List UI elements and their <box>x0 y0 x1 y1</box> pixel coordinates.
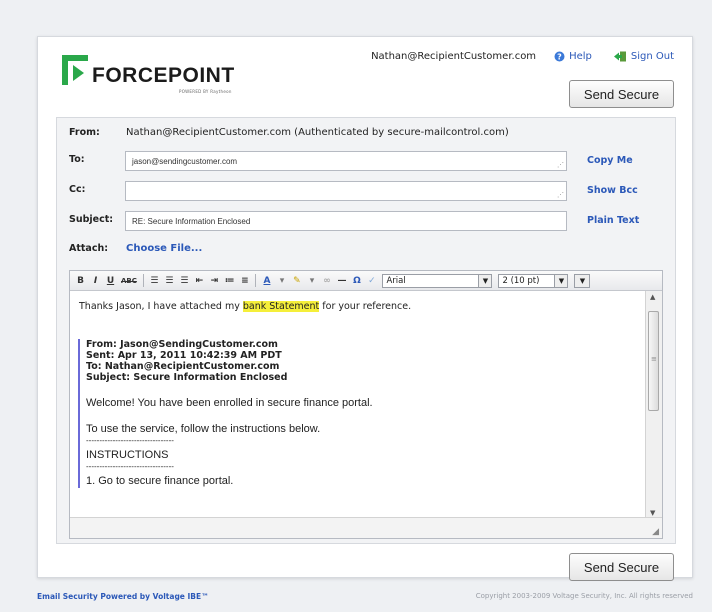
editor-content[interactable]: Thanks Jason, I have attached my bank St… <box>70 291 647 519</box>
highlighted-text: bank Statement <box>242 301 320 312</box>
from-value: Nathan@RecipientCustomer.com (Authentica… <box>126 127 509 138</box>
cc-label: Cc: <box>69 184 86 195</box>
choose-file-link[interactable]: Choose File... <box>126 243 202 254</box>
quote-sent: Sent: Apr 13, 2011 10:42:39 AM PDT <box>86 350 282 361</box>
link-icon[interactable]: ∞ <box>322 274 331 288</box>
subject-label: Subject: <box>69 214 114 225</box>
outdent-icon[interactable]: ⇤ <box>195 274 204 288</box>
size-value: 2 (10 pt) <box>502 275 540 286</box>
to-label: To: <box>69 154 85 165</box>
strikethrough-button[interactable]: ABC <box>121 274 137 288</box>
resize-grip-icon: ⋰ <box>557 162 564 169</box>
user-email: Nathan@RecipientCustomer.com <box>371 51 537 62</box>
to-row: To: <box>69 154 126 165</box>
body-dashes-1: --------------------------------- <box>86 436 174 445</box>
numbered-list-icon[interactable]: ≡ <box>240 274 249 288</box>
dropdown-arrow-icon[interactable]: ▾ <box>307 274 316 288</box>
body-welcome: Welcome! You have been enrolled in secur… <box>86 397 373 409</box>
editor-status-bar: ◢ <box>70 517 662 538</box>
font-select[interactable]: Arial ▼ <box>382 273 493 288</box>
help-label: Help <box>569 51 592 62</box>
resize-handle-icon[interactable]: ◢ <box>652 527 659 537</box>
font-value: Arial <box>386 275 406 286</box>
attach-row: Attach: Choose File... <box>69 243 202 254</box>
to-field[interactable]: jason@sendingcustomer.com ⋰ <box>125 151 567 171</box>
scroll-up-icon[interactable]: ▲ <box>650 293 655 301</box>
indent-icon[interactable]: ⇥ <box>210 274 219 288</box>
body-instructions-heading: INSTRUCTIONS <box>86 449 169 461</box>
cc-row: Cc: <box>69 184 126 195</box>
scroll-down-icon[interactable]: ▼ <box>650 509 655 517</box>
quoted-message: From: Jason@SendingCustomer.com Sent: Ap… <box>78 339 641 488</box>
plain-text-link[interactable]: Plain Text <box>587 215 639 226</box>
horizontal-rule-icon[interactable]: — <box>337 274 346 288</box>
copy-me-link[interactable]: Copy Me <box>587 155 633 166</box>
compose-form: From: Nathan@RecipientCustomer.com (Auth… <box>56 117 676 544</box>
editor-toolbar: B I U ABC ☰ ☰ ☰ ⇤ ⇥ ≔ ≡ A ▾ ✎ ▾ ∞ — Ω ✓ … <box>70 271 662 291</box>
italic-button[interactable]: I <box>91 274 100 288</box>
show-bcc-link[interactable]: Show Bcc <box>587 185 638 196</box>
size-select[interactable]: 2 (10 pt) ▼ <box>498 273 569 288</box>
compose-panel: FORCEPOINT POWERED BY Raytheon Nathan@Re… <box>37 36 693 581</box>
from-row: From: Nathan@RecipientCustomer.com (Auth… <box>69 127 509 138</box>
body-instructions-intro: To use the service, follow the instructi… <box>86 423 321 435</box>
sign-out-icon <box>613 51 626 62</box>
bold-button[interactable]: B <box>76 274 85 288</box>
brand-subtitle: POWERED BY Raytheon <box>179 89 232 94</box>
quote-to: To: Nathan@RecipientCustomer.com <box>86 361 280 372</box>
align-center-icon[interactable]: ☰ <box>165 274 174 288</box>
top-bar: Nathan@RecipientCustomer.com ? Help Sign… <box>371 51 674 62</box>
underline-button[interactable]: U <box>106 274 115 288</box>
reply-line: Thanks Jason, I have attached my bank St… <box>79 301 411 312</box>
subject-field[interactable]: RE: Secure Information Enclosed <box>125 211 567 231</box>
reply-text-pre: Thanks Jason, I have attached my <box>79 301 243 312</box>
quote-subject: Subject: Secure Information Enclosed <box>86 372 288 383</box>
to-value: jason@sendingcustomer.com <box>132 157 238 166</box>
align-right-icon[interactable]: ☰ <box>180 274 189 288</box>
reply-text-post: for your reference. <box>319 301 412 312</box>
extra-select[interactable]: ▼ <box>574 273 591 288</box>
send-secure-button-top[interactable]: Send Secure <box>569 80 674 108</box>
font-color-icon[interactable]: A <box>262 274 271 288</box>
resize-grip-icon: ⋰ <box>557 192 564 199</box>
cc-field[interactable]: ⋰ <box>125 181 567 201</box>
quote-from: From: Jason@SendingCustomer.com <box>86 339 278 350</box>
chevron-down-icon: ▼ <box>575 274 590 287</box>
from-label: From: <box>69 127 100 138</box>
body-step-1: 1. Go to secure finance portal. <box>86 475 234 487</box>
brand-name: FORCEPOINT <box>92 64 235 87</box>
chevron-down-icon: ▼ <box>478 274 492 287</box>
svg-text:?: ? <box>557 53 562 62</box>
special-character-icon[interactable]: Ω <box>352 274 361 288</box>
grip-icon: ≡ <box>651 355 657 363</box>
vertical-scrollbar[interactable]: ▲ ≡ ▼ <box>645 291 662 519</box>
highlight-color-icon[interactable]: ✎ <box>292 274 301 288</box>
help-icon: ? <box>554 51 565 62</box>
send-secure-button-bottom[interactable]: Send Secure <box>569 553 674 581</box>
footer-copyright: Copyright 2003-2009 Voltage Security, In… <box>475 592 693 600</box>
sign-out-label: Sign Out <box>630 51 674 62</box>
attach-label: Attach: <box>69 243 109 254</box>
bullet-list-icon[interactable]: ≔ <box>225 274 235 288</box>
message-editor[interactable]: B I U ABC ☰ ☰ ☰ ⇤ ⇥ ≔ ≡ A ▾ ✎ ▾ ∞ — Ω ✓ … <box>69 270 663 539</box>
body-dashes-2: --------------------------------- <box>86 462 174 471</box>
scrollbar-thumb[interactable]: ≡ <box>648 311 659 411</box>
chevron-down-icon: ▼ <box>554 274 568 287</box>
sign-out-link[interactable]: Sign Out <box>613 51 674 62</box>
footer-powered-by: Email Security Powered by Voltage IBE™ <box>37 592 209 601</box>
subject-value: RE: Secure Information Enclosed <box>132 217 251 226</box>
forcepoint-logo-mark <box>62 55 88 85</box>
subject-row: Subject: <box>69 214 126 225</box>
align-left-icon[interactable]: ☰ <box>150 274 159 288</box>
help-link[interactable]: ? Help <box>554 51 592 62</box>
spellcheck-icon[interactable]: ✓ <box>367 274 376 288</box>
dropdown-arrow-icon[interactable]: ▾ <box>277 274 286 288</box>
